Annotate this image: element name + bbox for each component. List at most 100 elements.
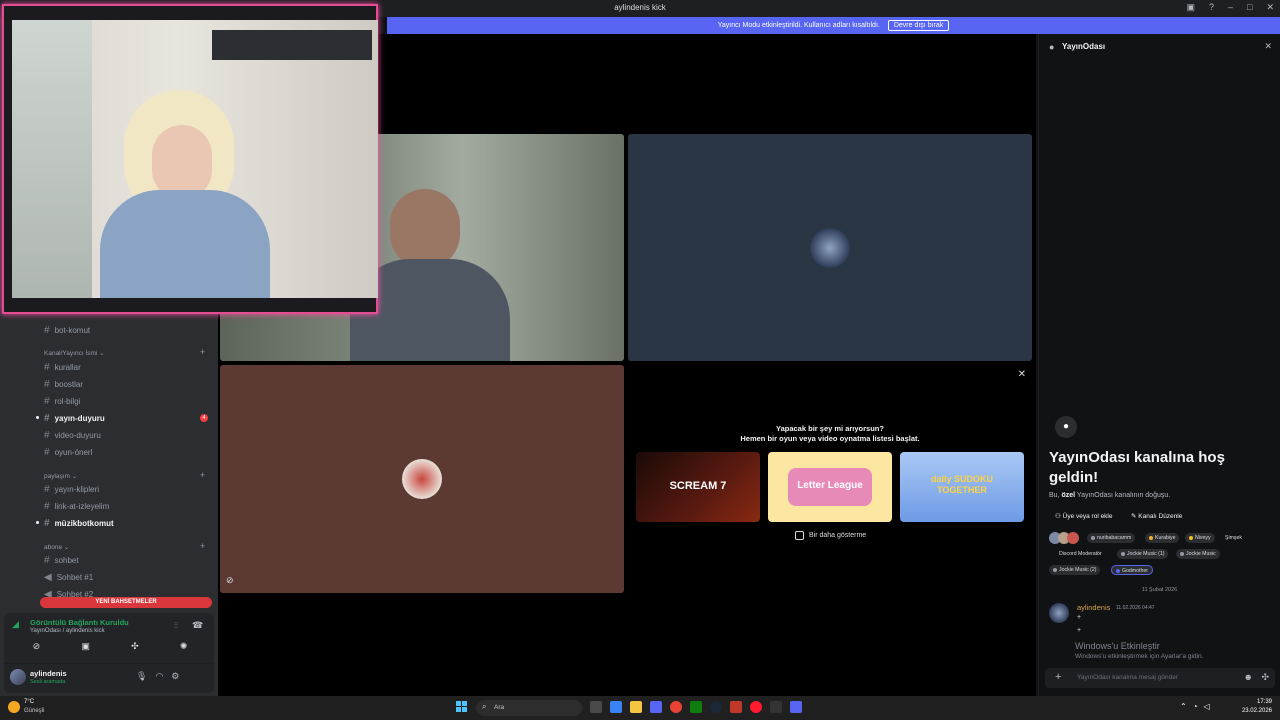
tray-chevron-icon[interactable]: ⌃ — [1180, 702, 1187, 711]
soundboard-icon[interactable]: ✺ — [180, 641, 188, 657]
screen-share-icon[interactable]: ▣ — [81, 641, 90, 657]
panel-header-title: YayınOdası — [1062, 42, 1106, 51]
camera-off-icon[interactable]: ⊘ — [33, 641, 41, 657]
channel-link-at-izleyelim[interactable]: # link-at-izleyelim — [44, 501, 109, 512]
emoji-icon[interactable]: ☻ — [1244, 672, 1253, 682]
attach-icon[interactable]: + — [1055, 671, 1061, 683]
close-window-icon[interactable]: ✕ — [1266, 2, 1274, 13]
disable-streamer-mode-button[interactable]: Devre dışı bırak — [887, 20, 950, 31]
category-paylasim[interactable]: paylaşım ⌄ — [44, 472, 77, 480]
opera-icon[interactable] — [750, 701, 762, 713]
inbox-icon[interactable]: ▣ — [1186, 2, 1195, 13]
role-tag[interactable]: Discord Moderatör — [1055, 549, 1106, 559]
channel-sohbet[interactable]: # sohbet — [44, 555, 79, 566]
channel-bot-komut[interactable]: # bot-komut — [44, 325, 90, 336]
channel-kurallar[interactable]: # kurallar — [44, 362, 81, 373]
add-channel-icon[interactable]: + — [200, 470, 205, 480]
volume-icon[interactable]: ◁ — [1204, 702, 1210, 711]
checkbox[interactable] — [795, 531, 804, 540]
noise-suppression-icon[interactable]: ⫶⫶ — [174, 621, 178, 631]
video-tile-avatar-user[interactable] — [628, 134, 1032, 361]
microphone-icon[interactable]: 🎙 — [136, 671, 147, 682]
start-button[interactable] — [456, 701, 468, 713]
add-channel-icon[interactable]: + — [200, 347, 205, 357]
edit-channel-button[interactable]: ✎ Kanalı Düzenle — [1131, 512, 1182, 520]
taskbar-search[interactable]: ⌕ Ara — [476, 700, 582, 716]
chrome-icon[interactable] — [670, 701, 682, 713]
channel-boostlar[interactable]: # boostlar — [44, 379, 83, 390]
voice-panel: ◢ Görüntülü Bağlantı Kuruldu YayınOdası … — [4, 613, 214, 693]
activities-icon[interactable]: ✣ — [131, 641, 139, 657]
member-avatars[interactable] — [1049, 532, 1079, 544]
role-tag[interactable]: Jockie Music (1) — [1117, 549, 1169, 559]
date-divider: 11 Şubat 2026 — [1141, 587, 1178, 593]
add-member-button[interactable]: ⚇ Üye veya rol ekle — [1055, 512, 1113, 520]
game-card-scream[interactable]: SCREAM 7 — [636, 452, 760, 522]
taskview-icon[interactable] — [590, 701, 602, 713]
hash-icon: # — [44, 447, 50, 458]
app-icon[interactable] — [730, 701, 742, 713]
wifi-icon[interactable]: ◔ — [1193, 702, 1198, 711]
speaker-icon: ◀ — [44, 572, 52, 583]
message-author[interactable]: aylindenis — [1077, 603, 1110, 612]
copilot-icon[interactable] — [610, 701, 622, 713]
discord-active-icon[interactable] — [790, 701, 802, 713]
user-avatar[interactable] — [10, 669, 26, 685]
channel-yayin-duyuru[interactable]: # yayın-duyuru — [44, 413, 105, 424]
category-abone[interactable]: abone ⌄ — [44, 543, 69, 551]
settings-icon[interactable]: ⚙ — [171, 671, 179, 682]
dont-show-again[interactable]: Bir daha gösterme — [795, 531, 866, 540]
voice-status[interactable]: Görüntülü Bağlantı Kuruldu — [30, 618, 129, 627]
channel-yayin-klipleri[interactable]: # yayın-klipleri — [44, 484, 99, 495]
role-tag[interactable]: Niveyy — [1185, 533, 1215, 543]
role-tag[interactable]: Şimşek — [1221, 533, 1246, 543]
hash-icon: # — [44, 501, 50, 512]
apps-icon[interactable]: ✣ — [1261, 672, 1269, 683]
epic-games-icon[interactable] — [770, 701, 782, 713]
disconnect-icon[interactable]: ☎ — [192, 620, 203, 631]
search-icon: ⌕ — [482, 702, 487, 711]
channel-oyun-oneri[interactable]: # oyun-önerl — [44, 447, 92, 458]
weather-icon[interactable] — [8, 701, 20, 713]
add-channel-icon[interactable]: + — [200, 541, 205, 551]
file-explorer-icon[interactable] — [630, 701, 642, 713]
category-kanal-yayinci[interactable]: Kanal/Yayıncı İsmi ⌄ — [44, 349, 105, 357]
role-tag[interactable]: Godmother — [1111, 565, 1153, 575]
clock-time[interactable]: 17:39 — [1240, 699, 1272, 705]
game-title: daily SUDOKU TOGETHER — [930, 474, 993, 495]
headphones-icon[interactable]: ◠ — [155, 671, 163, 682]
steam-icon[interactable] — [710, 701, 722, 713]
new-mentions-button[interactable]: YENİ BAHSETMELER — [40, 597, 212, 608]
help-icon[interactable]: ? — [1209, 2, 1214, 13]
role-tag[interactable]: nuribabacamm — [1087, 533, 1136, 543]
signal-icon[interactable]: ◢ — [12, 619, 19, 630]
mention-badge: 4 — [200, 414, 208, 422]
streamer-mode-text: Yayıncı Modu etkinleştirildi. Kullanıcı … — [717, 22, 880, 29]
channel-rol-bilgi[interactable]: # rol-bilgi — [44, 396, 80, 407]
message-author-avatar[interactable] — [1049, 603, 1069, 623]
close-panel-icon[interactable]: ✕ — [1264, 41, 1272, 52]
game-card-sudoku[interactable]: daily SUDOKU TOGETHER — [900, 452, 1024, 522]
activity-prompt-line1: Yapacak bir şey mi arıyorsun? — [776, 424, 884, 433]
voice-channel-sohbet-1[interactable]: ◀ Sohbet #1 — [44, 572, 93, 583]
user-name[interactable]: aylindenis — [30, 669, 67, 678]
message-input-placeholder[interactable]: YayınOdası kanalına mesaj gönder — [1077, 674, 1178, 681]
game-title: Letter League — [797, 480, 863, 491]
role-tag[interactable]: Kurabiye — [1145, 533, 1180, 543]
role-tag[interactable]: Jockie Music — [1176, 549, 1220, 559]
minimize-icon[interactable]: – — [1228, 2, 1233, 13]
clock-date[interactable]: 23.02.2026 — [1240, 708, 1272, 714]
channel-video-duyuru[interactable]: # video-duyuru — [44, 430, 101, 441]
discord-icon[interactable] — [650, 701, 662, 713]
video-tile-avatar-user-2[interactable]: ⊘ — [220, 365, 624, 593]
maximize-icon[interactable]: □ — [1247, 2, 1252, 13]
xbox-icon[interactable] — [690, 701, 702, 713]
game-card-letter-league[interactable]: Letter League — [768, 452, 892, 522]
message-input-box[interactable]: + YayınOdası kanalına mesaj gönder ☻ ✣ — [1045, 668, 1275, 688]
message-line: + — [1077, 627, 1082, 634]
weather-temp[interactable]: 7°C — [24, 699, 34, 705]
channel-muzikbotkomut[interactable]: # müzikbotkomut — [44, 518, 114, 529]
close-icon[interactable]: ✕ — [1018, 369, 1026, 380]
role-tag[interactable]: Jockie Music (2) — [1049, 565, 1101, 575]
hash-icon: # — [44, 362, 50, 373]
